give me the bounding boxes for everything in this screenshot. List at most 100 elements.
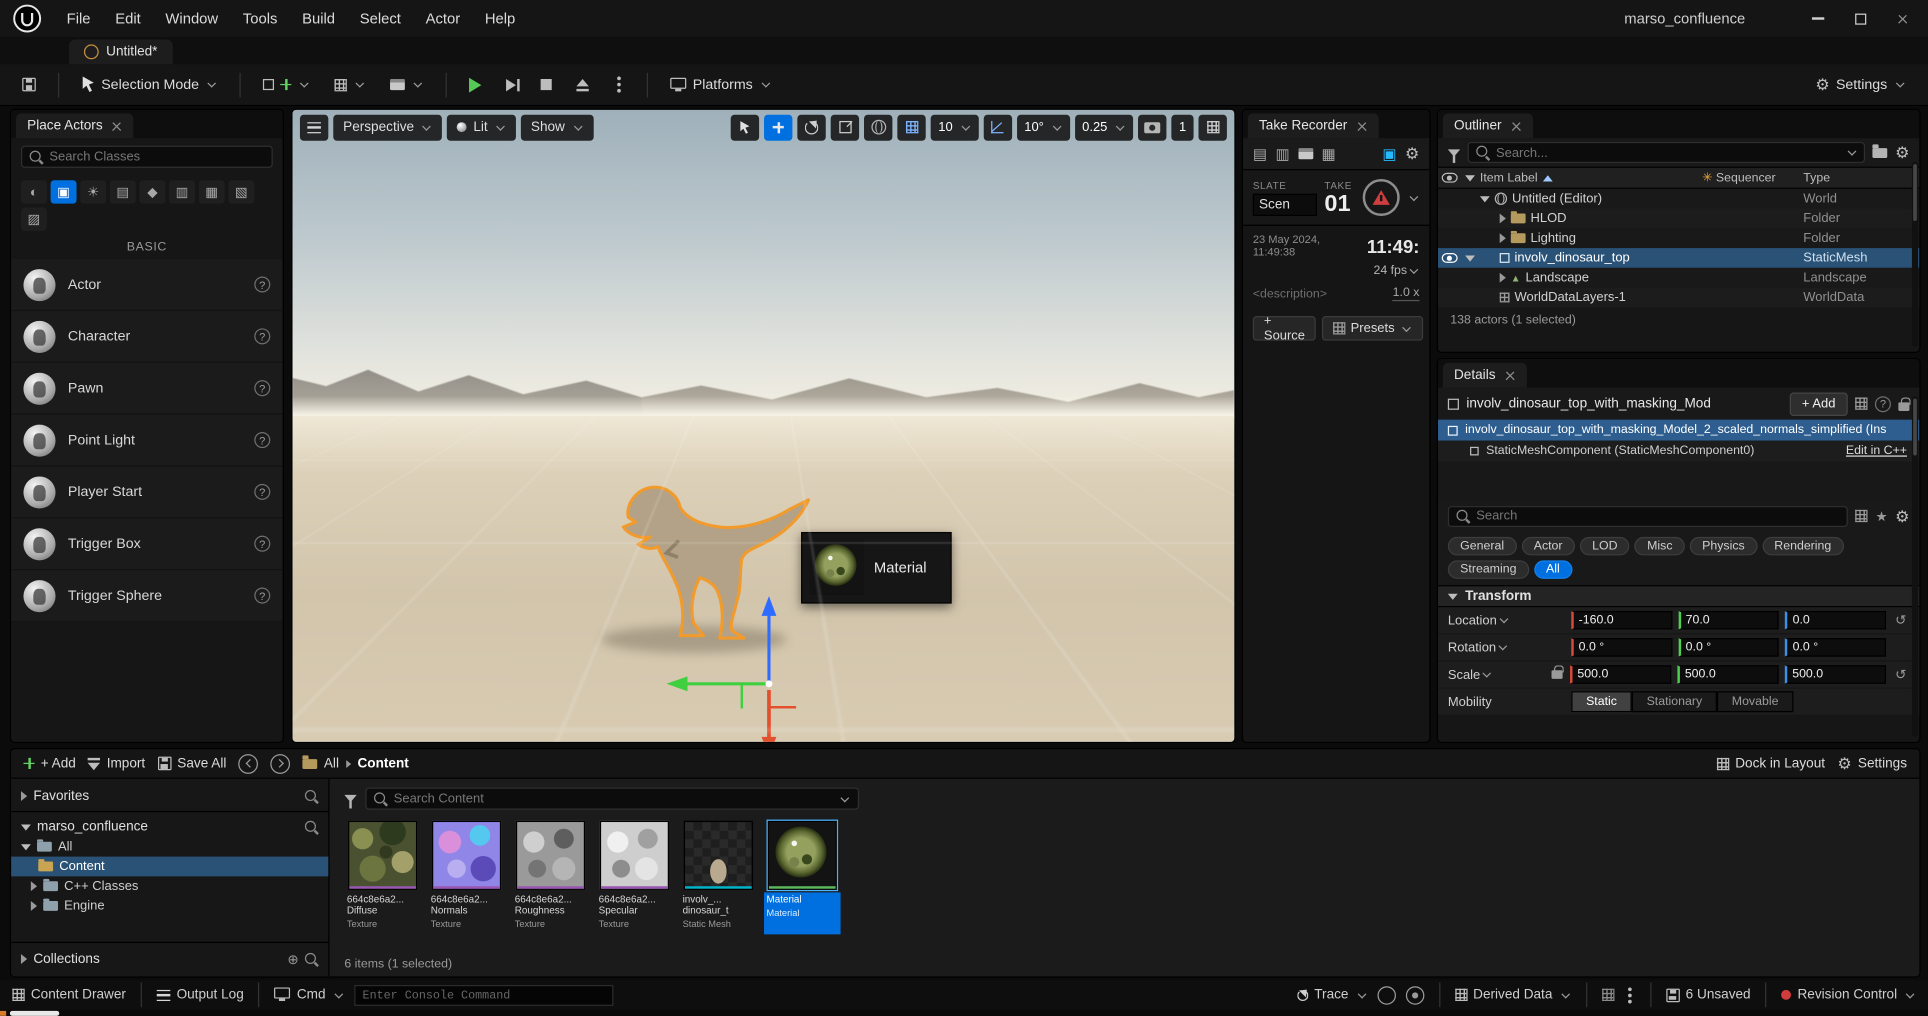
category-basic-icon[interactable]: ▣ <box>51 180 77 203</box>
import-button[interactable]: Import <box>88 756 145 771</box>
filter-lod[interactable]: LOD <box>1580 537 1630 556</box>
mobility-static-button[interactable]: Static <box>1571 691 1632 712</box>
close-panel-icon[interactable] <box>1356 120 1367 131</box>
scale-x-field[interactable]: 500.0 <box>1570 665 1671 684</box>
location-z-field[interactable]: 0.0 <box>1785 611 1886 630</box>
platforms-dropdown[interactable]: Platforms <box>663 70 779 100</box>
add-actor-button[interactable] <box>256 70 318 100</box>
collections-section[interactable]: Collections ⊕ <box>11 949 328 969</box>
close-panel-icon[interactable] <box>1510 120 1521 131</box>
menu-build[interactable]: Build <box>290 0 348 37</box>
tree-item-all[interactable]: All <box>11 837 328 857</box>
outliner-tab[interactable]: Outliner <box>1443 114 1533 139</box>
outliner-row-world[interactable]: Untitled (Editor) World <box>1438 189 1919 209</box>
lock-icon[interactable] <box>1898 402 1909 411</box>
outliner-row-hlod[interactable]: HLOD Folder <box>1438 209 1919 229</box>
frame-skip-button[interactable] <box>499 70 524 100</box>
maximize-viewport-button[interactable] <box>1199 114 1227 140</box>
location-dropdown[interactable]: Location <box>1448 613 1571 628</box>
category-volumes-icon[interactable]: ▧ <box>228 180 254 203</box>
surface-snapping-button[interactable] <box>898 114 926 140</box>
component-row-selected[interactable]: involv_dinosaur_top_with_masking_Model_2… <box>1438 420 1919 441</box>
rotate-tool-button[interactable] <box>798 114 826 140</box>
rotation-y-field[interactable]: 0.0 ° <box>1678 638 1779 657</box>
tree-item-cpp-classes[interactable]: C++ Classes <box>11 876 328 896</box>
outliner-scrollbar[interactable] <box>1912 162 1918 347</box>
content-settings-button[interactable]: ⚙Settings <box>1837 755 1907 771</box>
console-input[interactable] <box>363 988 605 1002</box>
output-log-button[interactable]: Output Log <box>157 987 244 1002</box>
location-y-field[interactable]: 70.0 <box>1678 611 1779 630</box>
place-actor-item-character[interactable]: Character <box>11 311 283 363</box>
editor-mode-dropdown[interactable]: Selection Mode <box>74 70 225 100</box>
new-take-icon[interactable]: ▤ <box>1253 145 1267 162</box>
review-takes-icon[interactable]: ▥ <box>1275 145 1289 162</box>
play-button[interactable] <box>462 70 489 100</box>
stats-icon[interactable] <box>1602 989 1614 1001</box>
details-search-input[interactable] <box>1476 509 1839 524</box>
dock-in-layout-button[interactable]: Dock in Layout <box>1717 756 1825 771</box>
sources-icon[interactable]: ▦ <box>1322 145 1336 162</box>
category-all-classes-icon[interactable]: ▨ <box>21 207 47 230</box>
search-icon[interactable] <box>305 789 319 803</box>
transform-gizmo[interactable] <box>663 594 885 743</box>
frame-rate-dropdown[interactable]: 24 fps <box>1243 260 1429 281</box>
scale-dropdown[interactable]: Scale <box>1448 667 1552 682</box>
project-section[interactable]: marso_confluence <box>11 817 328 837</box>
select-tool-button[interactable] <box>731 114 759 140</box>
take-recorder-tab[interactable]: Take Recorder <box>1248 114 1378 139</box>
search-icon[interactable] <box>305 952 319 966</box>
details-scrollbar[interactable] <box>1912 396 1918 737</box>
unsaved-button[interactable]: 6 Unsaved <box>1666 987 1751 1002</box>
outliner-row-worlddatalayers[interactable]: WorldDataLayers-1 WorldData <box>1438 288 1919 308</box>
scale-tool-button[interactable] <box>831 114 859 140</box>
pin-column-icon[interactable] <box>1465 175 1475 181</box>
perspective-dropdown[interactable]: Perspective <box>333 114 442 140</box>
play-options-button[interactable] <box>606 70 632 100</box>
menu-actor[interactable]: Actor <box>413 0 472 37</box>
level-viewport[interactable]: Material Perspective Lit Show 10 10° 0.2… <box>291 109 1235 743</box>
viewport-menu-button[interactable] <box>300 114 328 140</box>
menu-edit[interactable]: Edit <box>103 0 153 37</box>
stop-button[interactable] <box>534 70 560 100</box>
grid-snap-value[interactable]: 10 <box>931 114 979 140</box>
place-actor-item-pawn[interactable]: Pawn <box>11 363 283 415</box>
scale-snap-value[interactable]: 0.25 <box>1075 114 1134 140</box>
console-command-field[interactable] <box>354 984 613 1005</box>
asset-tile-normals[interactable]: 664c8e6a2...NormalsTexture <box>428 821 505 935</box>
unreal-logo-icon[interactable] <box>12 4 42 34</box>
menu-file[interactable]: File <box>54 0 103 37</box>
category-shapes-icon[interactable]: ▤ <box>110 180 136 203</box>
settings-button[interactable]: ⚙Settings <box>1808 70 1913 100</box>
save-button[interactable] <box>15 70 43 100</box>
help-badge-icon[interactable] <box>254 484 270 500</box>
visibility-eye-icon[interactable] <box>1441 253 1457 263</box>
cinematics-button[interactable] <box>383 70 431 100</box>
place-actor-item-trigger-box[interactable]: Trigger Box <box>11 518 283 570</box>
filter-actor[interactable]: Actor <box>1521 537 1574 556</box>
display-filter-icon[interactable] <box>1856 510 1868 522</box>
derived-data-button[interactable]: Derived Data <box>1455 987 1571 1002</box>
outliner-search-input[interactable] <box>1496 145 1839 160</box>
content-drawer-button[interactable]: Content Drawer <box>12 987 126 1002</box>
outliner-settings-icon[interactable]: ⚙ <box>1895 144 1909 160</box>
edit-in-cpp-link[interactable]: Edit in C++ <box>1846 444 1907 458</box>
filter-streaming[interactable]: Streaming <box>1448 560 1529 579</box>
revision-control-button[interactable]: Revision Control <box>1781 987 1915 1002</box>
details-settings-icon[interactable]: ⚙ <box>1895 508 1909 524</box>
close-button[interactable] <box>1884 4 1921 34</box>
create-folder-icon[interactable] <box>1873 147 1888 157</box>
asset-tile-static-mesh[interactable]: involv_...dinosaur_tStatic Mesh <box>680 821 757 935</box>
slate-value-field[interactable]: Scen <box>1253 193 1317 215</box>
slate-expand-icon[interactable] <box>1410 192 1419 201</box>
take-number[interactable]: 01 <box>1324 193 1352 215</box>
move-tool-button[interactable] <box>764 114 792 140</box>
help-badge-icon[interactable] <box>254 328 270 344</box>
scale-lock-icon[interactable] <box>1552 670 1563 679</box>
rotation-snap-value[interactable]: 10° <box>1017 114 1070 140</box>
breadcrumb-root[interactable]: All <box>324 756 339 771</box>
category-geometry-icon[interactable]: ▦ <box>199 180 225 203</box>
maximize-button[interactable] <box>1842 4 1879 34</box>
asset-tile-specular[interactable]: 664c8e6a2...SpecularTexture <box>596 821 673 935</box>
content-search-input[interactable] <box>394 791 833 806</box>
